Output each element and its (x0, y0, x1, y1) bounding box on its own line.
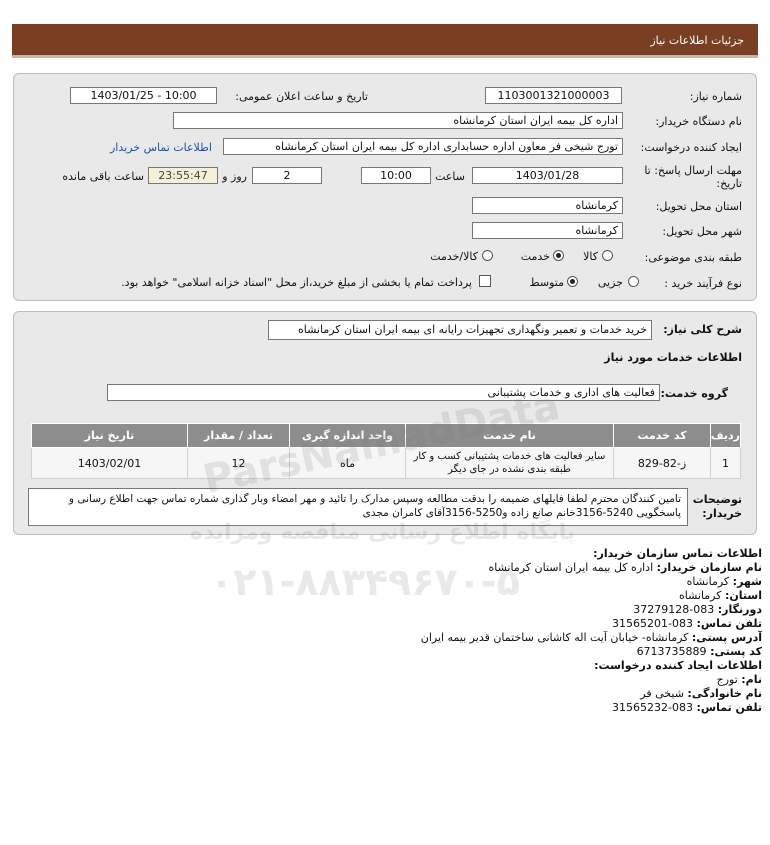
treasury-payment-checkbox[interactable] (479, 275, 491, 287)
category-label: طبقه بندی موضوعی: (644, 251, 742, 264)
announce-field: 1403/01/25 - 10:00 (70, 87, 217, 104)
contact-city-label: شهر: (732, 575, 762, 588)
page-title: جزئیات اطلاعات نیاز (650, 34, 744, 47)
creator-field: تورج شیخی فر معاون اداره حسابداری اداره … (223, 138, 623, 155)
province-line: استان: کرمانشاه (679, 589, 762, 602)
contact-province-value: کرمانشاه (678, 589, 722, 602)
process-radio-medium[interactable] (567, 276, 578, 287)
process-label: نوع فرآیند خرید : (664, 277, 742, 290)
payment-note: پرداخت تمام یا بخشی از مبلغ خرید،از محل … (121, 276, 472, 289)
column-header: نام خدمت (405, 423, 614, 448)
process-radio-minor[interactable] (628, 276, 639, 287)
column-header: تاریخ نیاز (31, 423, 188, 448)
unit-cell: ماه (289, 447, 406, 479)
phone-value: 083-31565201 (612, 617, 694, 630)
category-radio-service[interactable] (553, 250, 564, 261)
contact-province-label: استان: (725, 589, 762, 602)
summary-field: خرید خدمات و تعمیر ونگهداری تجهیزات رایا… (268, 320, 652, 340)
fax-value: 083-37279128 (633, 603, 715, 616)
creator-contact-heading: اطلاعات ایجاد کننده درخواست: (594, 659, 762, 672)
table-header-row: ردیف کد خدمت نام خدمت واحد اندازه گیری ت… (31, 423, 741, 448)
creator-label: ایجاد کننده درخواست: (640, 141, 742, 154)
deadline-time-field: 10:00 (361, 167, 431, 184)
deadline-date-field: 1403/01/28 (472, 167, 623, 184)
process-option-minor: جزیی (597, 276, 623, 289)
service-group-field: فعالیت های اداری و خدمات پشتیبانی (107, 384, 660, 401)
buyer-name-label: نام سازمان خریدار: (656, 561, 762, 574)
summary-label: شرح کلی نیاز: (663, 323, 742, 336)
city-line: شهر: کرمانشاه (687, 575, 762, 588)
postal-value: 6713735889 (636, 645, 707, 658)
city-field: کرمانشاه (472, 222, 623, 239)
postal-line: کد پستی: 6713735889 (637, 645, 762, 658)
buyer-notes-label: توضیحات خریدار: (692, 493, 742, 520)
fax-label: دورنگار: (717, 603, 762, 616)
quantity-cell: 12 (187, 447, 290, 479)
buyer-contact-link[interactable]: اطلاعات تماس خریدار (110, 141, 212, 154)
contact-city-value: کرمانشاه (686, 575, 730, 588)
province-label: استان محل تحویل: (655, 200, 742, 213)
last-name-label: نام خانوادگی: (687, 687, 762, 700)
need-number-field: 1103001321000003 (485, 87, 622, 104)
address-value: کرمانشاه- خیابان آیت اله کاشانی ساختمان … (420, 631, 689, 644)
category-option-goods: کالا (583, 250, 598, 263)
watermark-phone: ۰۲۱-۸۸۳۴۹۶۷۰-۵ (210, 560, 520, 604)
province-field: کرمانشاه (472, 197, 623, 214)
column-header: ردیف (710, 423, 741, 448)
services-heading: اطلاعات خدمات مورد نیاز (604, 351, 742, 364)
buyer-notes-field: تامین کنندگان محترم لطفا فایلهای ضمیمه ر… (28, 488, 688, 526)
org-contact-heading: اطلاعات تماس سازمان خریدار: (593, 547, 762, 560)
need-date-cell: 1403/02/01 (31, 447, 188, 479)
service-code-cell: ز-82-829 (613, 447, 711, 479)
deadline-label: مهلت ارسال پاسخ: تا تاریخ: (644, 164, 742, 190)
last-name-value: شیخی فر (640, 687, 684, 700)
fax-line: دورنگار: 083-37279128 (633, 603, 762, 616)
postal-label: کد پستی: (710, 645, 762, 658)
service-group-label: گروه خدمت: (660, 387, 728, 400)
days-label: روز و (222, 170, 247, 183)
address-line: آدرس پستی: کرمانشاه- خیابان آیت اله کاشا… (421, 631, 762, 644)
city-label: شهر محل تحویل: (662, 225, 742, 238)
first-name-line: نام: تورج (717, 673, 762, 686)
phone-line: تلفن تماس: 083-31565201 (612, 617, 762, 630)
services-table: ردیف کد خدمت نام خدمت واحد اندازه گیری ت… (31, 423, 741, 479)
days-field: 2 (252, 167, 322, 184)
announce-label: تاریخ و ساعت اعلان عمومی: (235, 90, 368, 103)
row-number-cell: 1 (710, 447, 741, 479)
remaining-label: ساعت باقی مانده (62, 170, 144, 183)
process-option-medium: متوسط (529, 276, 564, 289)
column-header: کد خدمت (613, 423, 711, 448)
hour-label: ساعت (435, 170, 465, 183)
service-name-cell: سایر فعالیت های خدمات پشتیبانی کسب و کار… (405, 447, 614, 479)
category-option-goods-service: کالا/خدمت (430, 250, 478, 263)
creator-phone-value: 083-31565232 (612, 701, 694, 714)
buyer-label: نام دستگاه خریدار: (655, 115, 742, 128)
address-label: آدرس پستی: (691, 631, 762, 644)
last-name-line: نام خانوادگی: شیخی فر (640, 687, 762, 700)
remaining-time-field: 23:55:47 (148, 167, 218, 184)
first-name-value: تورج (716, 673, 738, 686)
need-number-label: شماره نیاز: (689, 90, 742, 103)
category-option-service: خدمت (520, 250, 550, 263)
column-header: واحد اندازه گیری (289, 423, 406, 448)
column-header: تعداد / مقدار (187, 423, 290, 448)
phone-label: تلفن تماس: (696, 617, 762, 630)
creator-phone-label: تلفن تماس: (696, 701, 762, 714)
page-header: جزئیات اطلاعات نیاز (12, 24, 758, 58)
category-radio-goods[interactable] (602, 250, 613, 261)
creator-phone-line: تلفن تماس: 083-31565232 (612, 701, 762, 714)
first-name-label: نام: (741, 673, 762, 686)
buyer-field: اداره کل بیمه ایران استان کرمانشاه (173, 112, 623, 129)
buyer-name-value: اداره کل بیمه ایران استان کرمانشاه (488, 561, 654, 574)
table-row: 1 ز-82-829 سایر فعالیت های خدمات پشتیبان… (31, 447, 741, 479)
buyer-name-line: نام سازمان خریدار: اداره کل بیمه ایران ا… (488, 561, 762, 574)
category-radio-goods-service[interactable] (482, 250, 493, 261)
